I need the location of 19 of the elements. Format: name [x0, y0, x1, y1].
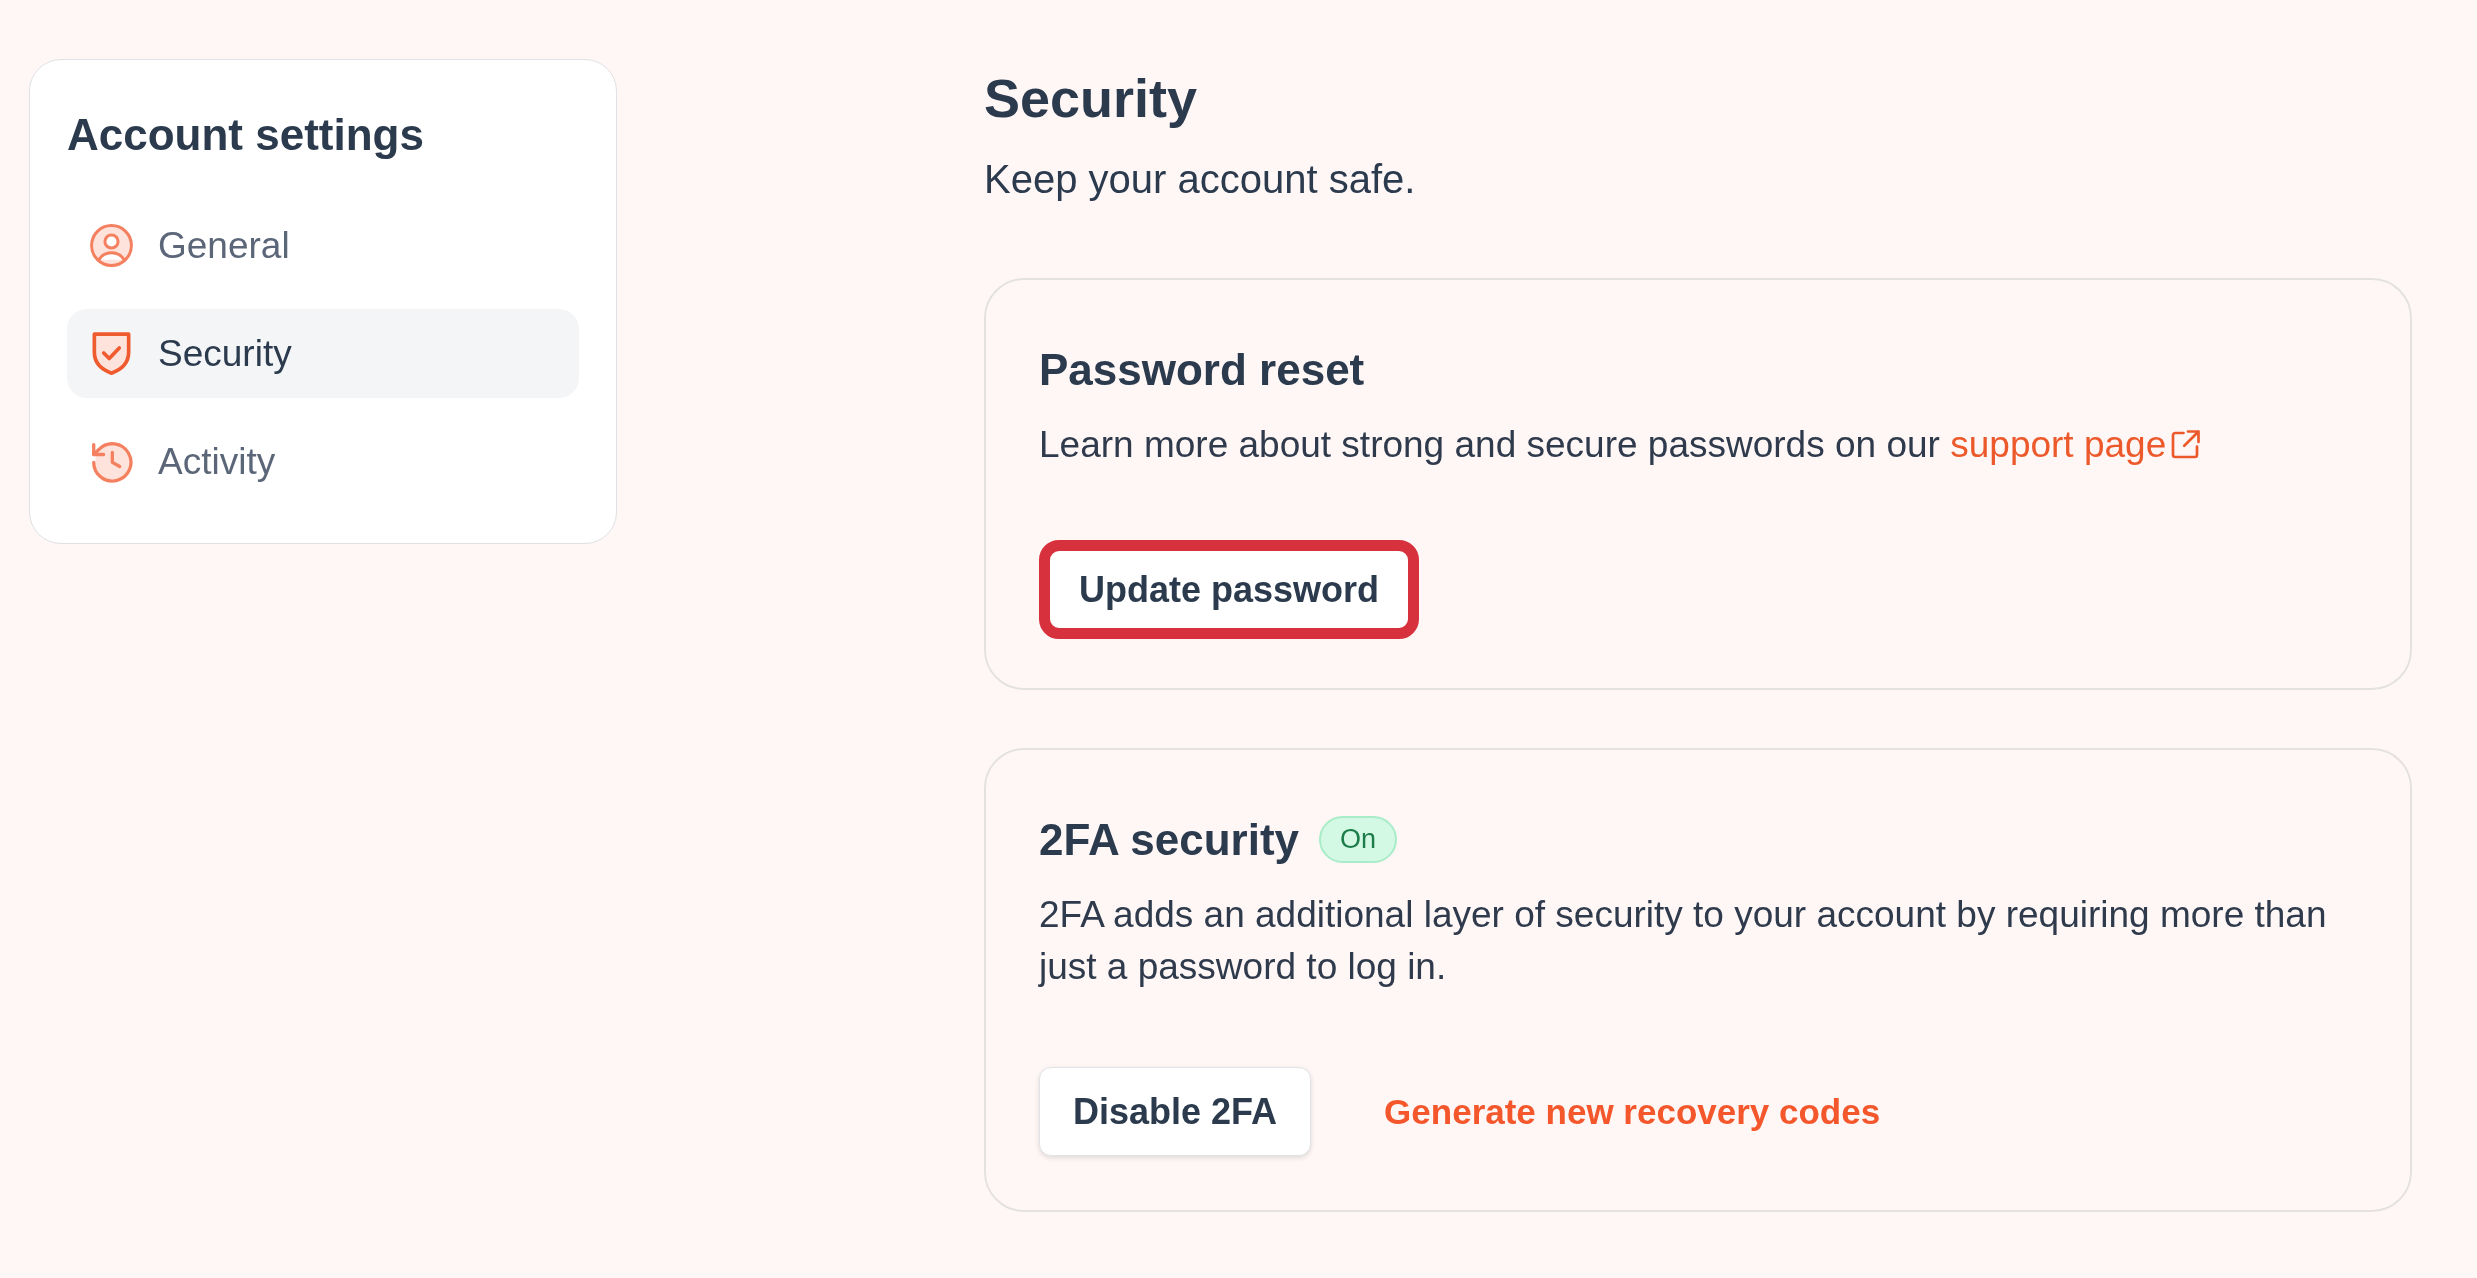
support-link[interactable]: support page: [1950, 419, 2201, 471]
user-circle-icon: [90, 224, 133, 267]
external-link-icon: [2170, 430, 2201, 460]
nav-item[interactable]: Activity: [67, 417, 579, 506]
action-button[interactable]: Disable 2FA: [1039, 1067, 1312, 1156]
nav-item[interactable]: Security: [67, 309, 579, 398]
page-title: Security: [984, 67, 1199, 130]
page-subtitle: Keep your account safe.: [984, 156, 1417, 203]
status-badge: On: [1319, 816, 1398, 863]
nav-item[interactable]: General: [67, 201, 579, 290]
card-description: 2FA adds an additional layer of security to your account by requiring more than just a password to log in.: [1039, 893, 2328, 989]
shield-check-icon: [90, 332, 133, 375]
recovery-codes-link[interactable]: Generate new recovery codes: [1384, 1090, 1881, 1133]
action-button[interactable]: Update password: [1039, 540, 1420, 639]
card-title: 2FA security: [1039, 814, 1300, 866]
history-icon: [90, 440, 133, 483]
card-title: Password reset: [1039, 344, 1365, 396]
card-description: Learn more about strong and secure passwords on our support page: [1039, 419, 2359, 471]
sidebar-title: Account settings: [67, 109, 425, 161]
